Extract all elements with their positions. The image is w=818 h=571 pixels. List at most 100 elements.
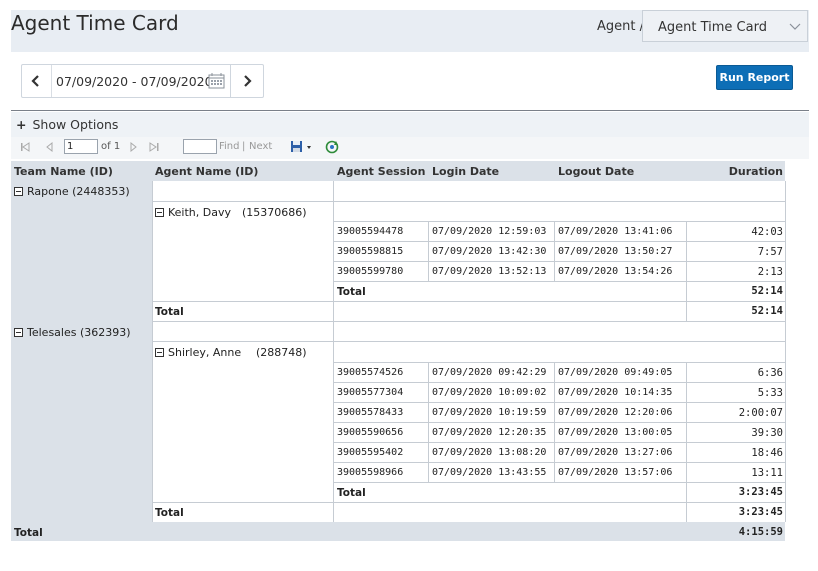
export-icon[interactable] xyxy=(290,140,314,154)
session-id: 39005595402 xyxy=(337,447,404,458)
find-link[interactable]: Find xyxy=(219,141,240,152)
login-date: 07/09/2020 09:42:29 xyxy=(432,367,547,378)
logout-date: 07/09/2020 13:50:27 xyxy=(558,246,673,257)
next-page-icon[interactable] xyxy=(128,142,138,152)
column-header-login: Login Date xyxy=(432,165,500,178)
grand-total-label: Total xyxy=(14,527,43,539)
duration: 6:36 xyxy=(757,367,783,379)
grid-line xyxy=(333,422,785,423)
session-total-label: Total xyxy=(337,487,366,499)
agent-id: (15370686) xyxy=(242,206,307,219)
grid-line xyxy=(333,181,334,522)
login-date: 07/09/2020 12:59:03 xyxy=(432,226,547,237)
breadcrumb[interactable]: Agent / xyxy=(597,19,644,34)
refresh-icon[interactable] xyxy=(325,140,339,154)
chevron-left-icon xyxy=(31,75,39,87)
login-date: 07/09/2020 13:52:13 xyxy=(432,266,547,277)
column-header-session: Agent Session xyxy=(337,165,426,178)
logout-date: 07/09/2020 13:57:06 xyxy=(558,467,673,478)
login-date: 07/09/2020 10:09:02 xyxy=(432,387,547,398)
column-header-team: Team Name (ID) xyxy=(14,165,113,178)
duration: 2:00:07 xyxy=(738,407,783,419)
login-date: 07/09/2020 13:08:20 xyxy=(432,447,547,458)
page-title: Agent Time Card xyxy=(11,11,179,35)
duration: 7:57 xyxy=(757,246,783,258)
duration: 13:11 xyxy=(751,467,783,479)
logout-date: 07/09/2020 13:41:06 xyxy=(558,226,673,237)
team-column-background xyxy=(11,161,152,541)
next-date-button[interactable] xyxy=(230,65,263,97)
team-row[interactable]: Telesales (362393) xyxy=(14,326,131,339)
team-row[interactable]: Rapone (2448353) xyxy=(14,185,130,198)
column-header-logout: Logout Date xyxy=(558,165,635,178)
report-select[interactable]: Agent Time Card xyxy=(642,10,808,42)
calendar-icon[interactable] xyxy=(208,73,225,93)
agent-name: Shirley, Anne xyxy=(168,346,242,359)
login-date: 07/09/2020 13:43:55 xyxy=(432,467,547,478)
team-name: Rapone (2448353) xyxy=(27,185,130,198)
toolbar-separator: | xyxy=(242,141,246,152)
grid-line xyxy=(333,281,785,282)
duration: 5:33 xyxy=(757,387,783,399)
agent-id: (288748) xyxy=(256,346,307,359)
page-count: of 1 xyxy=(101,141,121,152)
first-page-icon[interactable] xyxy=(20,142,30,152)
column-header-agent: Agent Name (ID) xyxy=(155,165,259,178)
grid-line xyxy=(333,442,785,443)
duration: 2:13 xyxy=(757,266,783,278)
divider xyxy=(11,110,809,111)
chevron-down-icon xyxy=(789,20,801,35)
date-range-input[interactable]: 07/09/2020 - 07/09/2020 xyxy=(56,74,213,89)
last-page-icon[interactable] xyxy=(149,142,160,152)
logout-date: 07/09/2020 10:14:35 xyxy=(558,387,673,398)
show-options-toggle[interactable]: + Show Options xyxy=(16,117,118,132)
agent-row[interactable]: Keith, Davy (15370686) xyxy=(155,206,307,219)
grid-line xyxy=(686,221,687,322)
grid-line xyxy=(152,502,785,503)
next-link[interactable]: Next xyxy=(249,141,272,152)
date-range-control: 07/09/2020 - 07/09/2020 xyxy=(21,64,264,98)
duration: 39:30 xyxy=(751,427,783,439)
session-id: 39005577304 xyxy=(337,387,404,398)
session-id: 39005598815 xyxy=(337,246,404,257)
page-number-input[interactable]: 1 xyxy=(64,139,98,154)
login-date: 07/09/2020 13:42:30 xyxy=(432,246,547,257)
grid-line xyxy=(333,241,785,242)
previous-date-button[interactable] xyxy=(22,65,52,97)
grid-line xyxy=(333,362,785,363)
collapse-icon[interactable] xyxy=(14,328,23,337)
grand-total: 4:15:59 xyxy=(738,526,783,538)
agent-name: Keith, Davy xyxy=(168,206,231,219)
previous-page-icon[interactable] xyxy=(45,142,55,152)
grid-line xyxy=(152,201,785,202)
show-options-label: Show Options xyxy=(32,117,119,132)
collapse-icon[interactable] xyxy=(14,187,23,196)
agent-total-label: Total xyxy=(155,507,184,519)
duration: 42:03 xyxy=(751,226,783,238)
run-report-button[interactable]: Run Report xyxy=(716,65,793,90)
grid-line xyxy=(333,261,785,262)
session-total: 52:14 xyxy=(751,285,783,297)
agent-total-label: Total xyxy=(155,306,184,318)
logout-date: 07/09/2020 13:27:06 xyxy=(558,447,673,458)
logout-date: 07/09/2020 13:54:26 xyxy=(558,266,673,277)
collapse-icon[interactable] xyxy=(155,348,164,357)
chevron-right-icon xyxy=(244,75,252,87)
plus-icon: + xyxy=(16,117,27,132)
grid-line xyxy=(785,181,786,522)
grid-line xyxy=(152,341,785,342)
team-name: Telesales (362393) xyxy=(27,326,131,339)
collapse-icon[interactable] xyxy=(155,208,164,217)
session-id: 39005598966 xyxy=(337,467,404,478)
logout-date: 07/09/2020 13:00:05 xyxy=(558,427,673,438)
agent-row[interactable]: Shirley, Anne (288748) xyxy=(155,346,307,359)
options-bar xyxy=(11,112,809,137)
grid-line xyxy=(333,402,785,403)
logout-date: 07/09/2020 12:20:06 xyxy=(558,407,673,418)
find-input[interactable] xyxy=(183,139,217,154)
grid-line xyxy=(152,301,785,302)
session-id: 39005594478 xyxy=(337,226,404,237)
grid-line xyxy=(152,181,153,522)
agent-total: 52:14 xyxy=(751,305,783,317)
login-date: 07/09/2020 12:20:35 xyxy=(432,427,547,438)
